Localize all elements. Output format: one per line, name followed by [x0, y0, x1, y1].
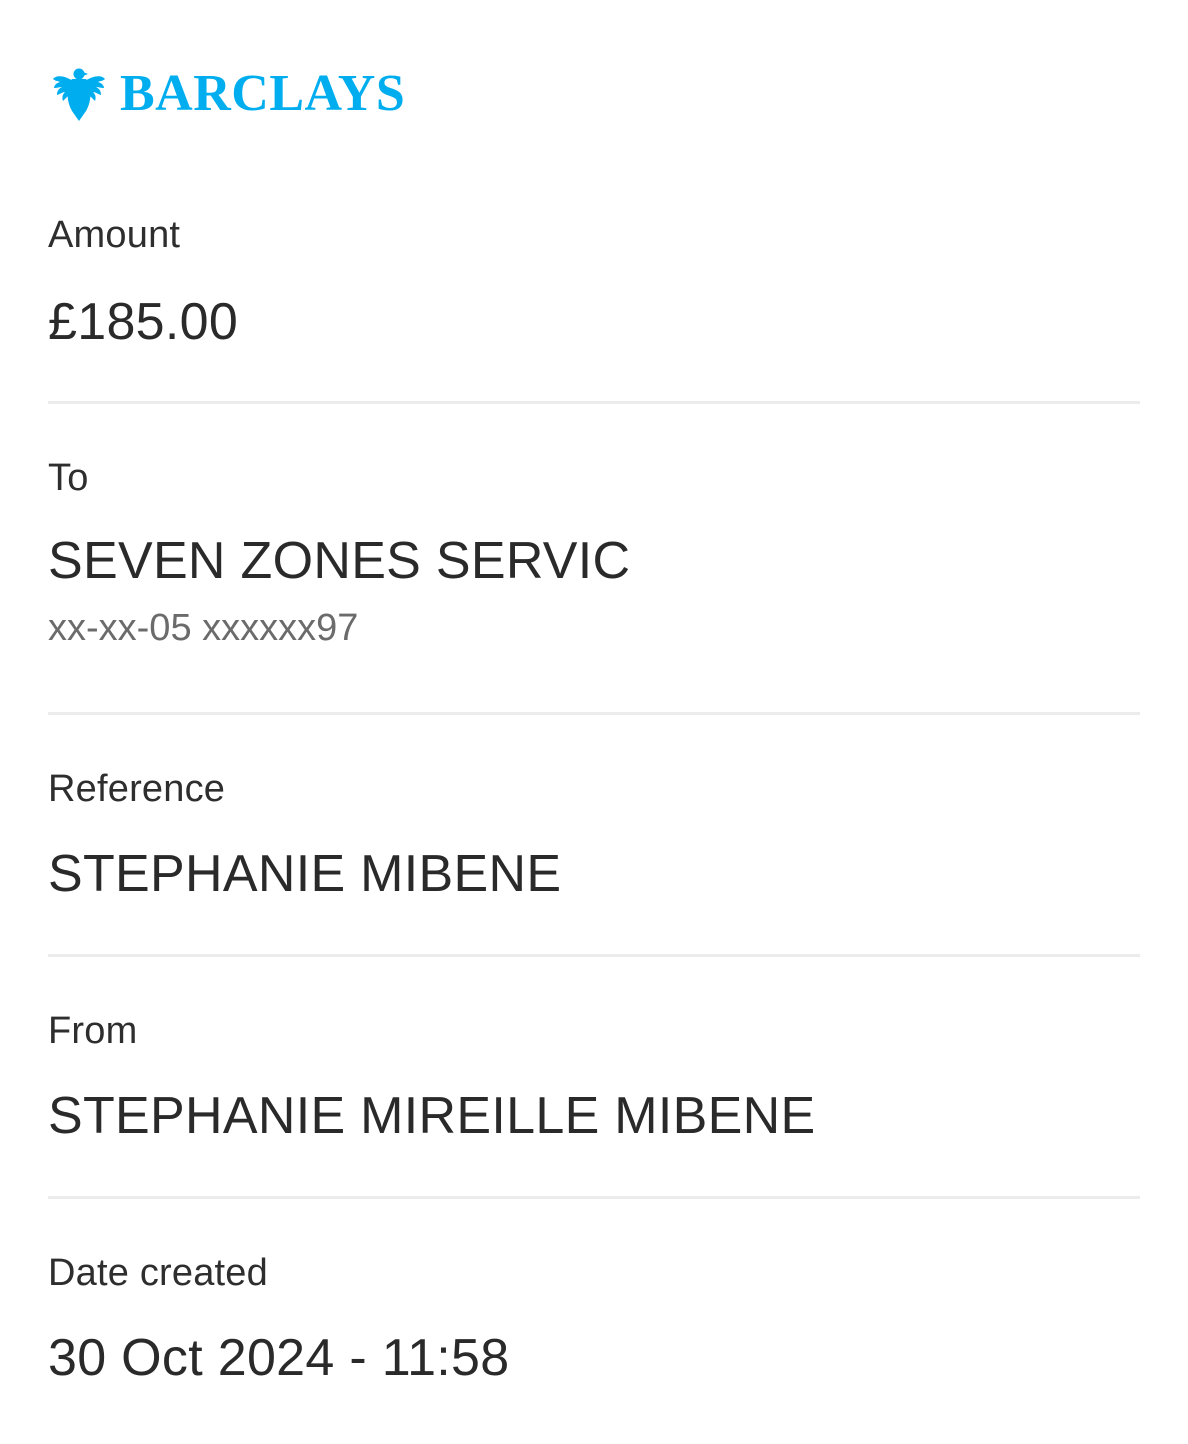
eagle-icon [52, 65, 106, 123]
amount-value: £185.00 [48, 293, 239, 351]
to-section: To SEVEN ZONES SERVIC xx-xx-05 xxxxxx97 [48, 455, 1140, 651]
reference-label: Reference [48, 768, 226, 810]
brand-wordmark: BARCLAYS [120, 65, 406, 122]
divider [48, 1196, 1140, 1199]
date-created-section: Date created 30 Oct 2024 - 11:58 [48, 1250, 1140, 1388]
payment-details-page: BARCLAYS Amount £185.00 To SEVEN ZONES S… [0, 0, 1188, 1444]
reference-value: STEPHANIE MIBENE [48, 845, 562, 903]
to-label: To [48, 457, 89, 499]
divider [48, 712, 1140, 715]
to-account-number: xx-xx-05 xxxxxx97 [48, 607, 359, 649]
amount-label: Amount [48, 214, 181, 256]
from-value: STEPHANIE MIREILLE MIBENE [48, 1087, 816, 1145]
date-created-label: Date created [48, 1252, 268, 1294]
to-value: SEVEN ZONES SERVIC [48, 532, 631, 590]
divider [48, 401, 1140, 404]
barclays-logo: BARCLAYS [52, 64, 405, 124]
from-section: From STEPHANIE MIREILLE MIBENE [48, 1008, 1140, 1146]
divider [48, 954, 1140, 957]
amount-section: Amount £185.00 [48, 212, 1140, 352]
date-created-value: 30 Oct 2024 - 11:58 [48, 1329, 510, 1387]
from-label: From [48, 1010, 138, 1052]
reference-section: Reference STEPHANIE MIBENE [48, 766, 1140, 904]
